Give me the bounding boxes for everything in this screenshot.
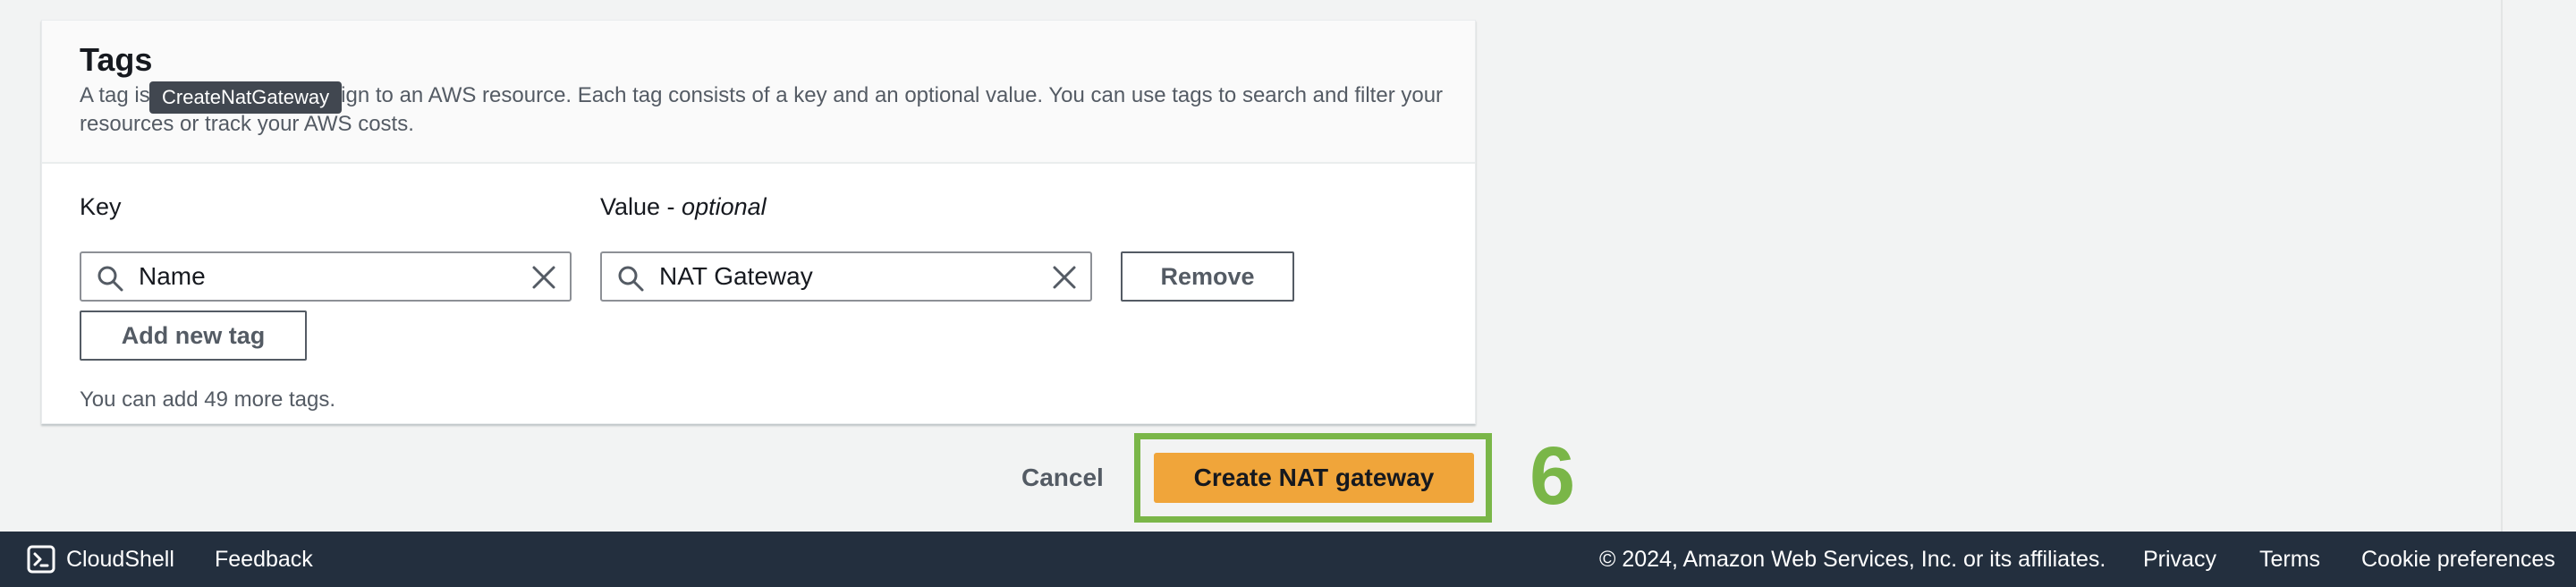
footer-feedback-link[interactable]: Feedback: [215, 532, 313, 587]
tag-key-input[interactable]: Name: [80, 251, 572, 302]
key-label: Key: [80, 193, 122, 220]
add-new-tag-button[interactable]: Add new tag: [80, 311, 307, 361]
create-nat-gateway-button[interactable]: Create NAT gateway: [1154, 453, 1474, 503]
tooltip: CreateNatGateway: [149, 81, 343, 114]
remove-tag-button[interactable]: Remove: [1121, 251, 1294, 302]
step-number: 6: [1530, 430, 1576, 522]
cancel-button[interactable]: Cancel: [1021, 460, 1104, 496]
tags-hint: You can add 49 more tags.: [80, 387, 335, 412]
footer-bar: CloudShell Feedback © 2024, Amazon Web S…: [0, 532, 2576, 587]
footer-copyright: © 2024, Amazon Web Services, Inc. or its…: [1599, 547, 2106, 572]
cloudshell-icon[interactable]: [27, 545, 55, 574]
value-label-optional: optional: [682, 193, 767, 220]
panel-title: Tags: [80, 41, 153, 78]
value-label: Value - optional: [600, 191, 767, 223]
tags-panel: Tags A tag is a label that you assign to…: [41, 20, 1476, 424]
footer-cookie-preferences-link[interactable]: Cookie preferences: [2361, 532, 2555, 587]
page-divider: [2501, 0, 2503, 532]
footer-terms-link[interactable]: Terms: [2259, 532, 2320, 587]
search-icon: [97, 266, 123, 292]
value-label-prefix: Value -: [600, 193, 682, 220]
tags-panel-header: Tags A tag is a label that you assign to…: [42, 21, 1475, 164]
footer-cloudshell-link[interactable]: CloudShell: [66, 532, 174, 587]
tag-key-value: Name: [139, 262, 206, 290]
tag-value-value: NAT Gateway: [659, 262, 813, 290]
footer-privacy-link[interactable]: Privacy: [2143, 532, 2216, 587]
search-icon: [618, 266, 644, 292]
tag-value-input[interactable]: NAT Gateway: [600, 251, 1092, 302]
clear-icon[interactable]: [1051, 264, 1078, 291]
clear-icon[interactable]: [530, 264, 557, 291]
